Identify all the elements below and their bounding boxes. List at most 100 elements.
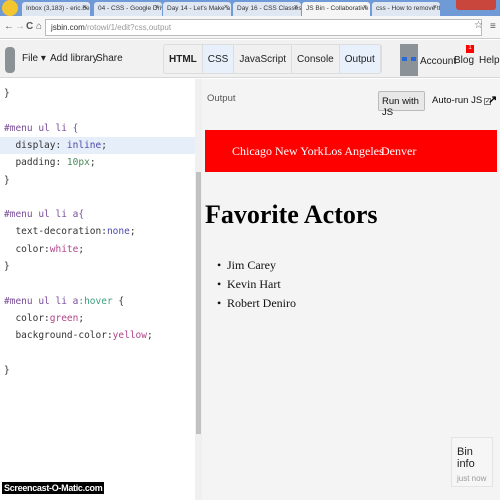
code-line[interactable]: } [4, 362, 10, 379]
account-avatar[interactable] [400, 44, 418, 76]
panel-toggle-css[interactable]: CSS [202, 45, 235, 73]
close-tab-icon[interactable]: × [224, 4, 228, 11]
code-token: :hover [78, 295, 113, 307]
browser-tab[interactable]: JS Bin - Collaborative Java× [302, 2, 370, 16]
file-menu[interactable]: File ▾ [22, 53, 46, 64]
watermark: Screencast-O-Matic.com [2, 482, 105, 494]
panel-toggles: HTML CSS JavaScript Console Output [163, 44, 382, 74]
code-line[interactable]: padding: 10px; [4, 154, 96, 171]
code-token: ; [147, 330, 153, 342]
code-token: none [106, 226, 130, 238]
code-token: ; [89, 157, 96, 169]
code-line[interactable]: #menu ul li a:hover { [4, 293, 124, 310]
address-bar: ← → C ⌂ jsbin.com/rotowi/1/edit?css,outp… [0, 16, 500, 39]
tab-label: Inbox (3,183) - eric.bemg [26, 5, 90, 12]
code-token: display: [4, 139, 67, 151]
window-controls[interactable] [456, 0, 496, 10]
code-token: ; [129, 226, 136, 238]
autorun-toggle[interactable]: Auto-run JS ✓ [432, 95, 492, 106]
autorun-label: Auto-run JS [432, 95, 483, 106]
city-menu: Chicago New York Los Angeles Denver [205, 130, 497, 172]
tab-label: css - How to remove the [376, 5, 440, 12]
chrome-menu-icon[interactable]: ≡ [490, 21, 496, 32]
browser-tab-bar: Inbox (3,183) - eric.bemg×04 - CSS - Goo… [0, 0, 500, 16]
browser-tab[interactable]: Inbox (3,183) - eric.bemg× [22, 2, 90, 16]
code-token: { [112, 295, 125, 307]
run-with-js-button[interactable]: Run with JS [378, 91, 425, 118]
code-token: background-color: [4, 330, 113, 342]
blog-link[interactable]: Blog [454, 55, 474, 66]
bin-info-title: Bin info [457, 446, 475, 470]
menu-link[interactable]: Chicago [232, 144, 272, 159]
back-icon[interactable]: ← [4, 21, 14, 32]
browser-tab[interactable]: 04 - CSS - Google Drive × [94, 2, 162, 16]
code-token: } [4, 364, 10, 376]
code-token: text-decoration: [4, 226, 107, 238]
browser-tab[interactable]: Day 16 - CSS Classes - Go× [233, 2, 301, 16]
home-icon[interactable]: ⌂ [36, 21, 42, 32]
code-line[interactable]: color:white; [4, 241, 84, 258]
star-icon[interactable]: ☆ [474, 20, 483, 31]
add-library-button[interactable]: Add library [50, 53, 98, 64]
code-line[interactable]: } [4, 258, 10, 275]
code-token: #menu ul li a [4, 295, 79, 307]
code-token: #menu ul li a{ [4, 209, 85, 221]
code-token: white [49, 243, 79, 255]
close-tab-icon[interactable]: × [83, 4, 87, 11]
code-line[interactable]: color:green; [4, 310, 84, 327]
code-line[interactable]: display: inline; [4, 137, 107, 154]
code-line[interactable]: text-decoration:none; [4, 223, 136, 240]
url-path: /rotowi/1/edit?css,output [84, 23, 172, 32]
page-heading: Favorite Actors [205, 200, 378, 229]
close-tab-icon[interactable]: × [363, 4, 367, 11]
tab-label: Day 16 - CSS Classes - Go [237, 5, 301, 12]
editor-scrollbar[interactable] [195, 79, 202, 500]
share-button[interactable]: Share [96, 53, 123, 64]
code-token: ; [101, 139, 107, 151]
code-token: ; [78, 243, 85, 255]
panel-toggle-html[interactable]: HTML [164, 45, 203, 73]
list-item: Kevin Hart [217, 277, 281, 292]
css-editor[interactable]: } #menu ul li { display: inline; padding:… [0, 79, 195, 500]
close-tab-icon[interactable]: × [433, 4, 437, 11]
panel-toggle-javascript[interactable]: JavaScript [234, 45, 293, 73]
list-item: Robert Deniro [217, 296, 296, 311]
code-token: } [4, 174, 10, 186]
code-token: } [4, 261, 10, 272]
help-link[interactable]: Help [479, 55, 500, 66]
menu-link[interactable]: Los Angeles [324, 144, 384, 159]
bin-info-time: just now [457, 474, 487, 483]
code-line[interactable]: #menu ul li { [4, 120, 78, 137]
popout-icon[interactable]: ↗ [488, 93, 497, 106]
account-link[interactable]: Account [420, 56, 456, 67]
code-line[interactable]: background-color:yellow; [4, 327, 153, 344]
close-tab-icon[interactable]: × [294, 4, 298, 11]
code-token: inline [66, 139, 102, 151]
tab-label: 04 - CSS - Google Drive [98, 5, 162, 12]
code-token: padding: [4, 157, 67, 169]
code-line[interactable]: } [4, 172, 10, 189]
code-token: color: [4, 312, 50, 324]
close-tab-icon[interactable]: × [155, 4, 159, 11]
reload-icon[interactable]: C [26, 21, 33, 32]
code-token: } [4, 88, 10, 99]
bin-info[interactable]: Bin info just now [451, 437, 493, 487]
panel-toggle-console[interactable]: Console [292, 45, 340, 73]
jsbin-logo-icon[interactable] [5, 47, 15, 73]
panel-toggle-output[interactable]: Output [339, 45, 381, 73]
list-item: Jim Carey [217, 258, 276, 273]
code-token: 10px [66, 157, 90, 169]
tab-label: JS Bin - Collaborative Java [306, 5, 370, 12]
blog-badge: 1 [466, 45, 474, 53]
browser-tab[interactable]: Day 14 - Let's Make a Na× [163, 2, 231, 16]
url-input[interactable]: jsbin.com/rotowi/1/edit?css,output [45, 19, 482, 36]
menu-link[interactable]: Denver [381, 144, 416, 159]
forward-icon[interactable]: → [15, 21, 25, 32]
user-avatar-icon[interactable] [2, 0, 18, 16]
code-line[interactable]: } [4, 85, 10, 102]
browser-tab[interactable]: css - How to remove the × [372, 2, 440, 16]
code-line[interactable]: #menu ul li a{ [4, 206, 84, 223]
scrollbar-thumb[interactable] [196, 172, 201, 434]
tab-label: Day 14 - Let's Make a Na [167, 5, 231, 12]
menu-link[interactable]: New York [275, 144, 324, 159]
